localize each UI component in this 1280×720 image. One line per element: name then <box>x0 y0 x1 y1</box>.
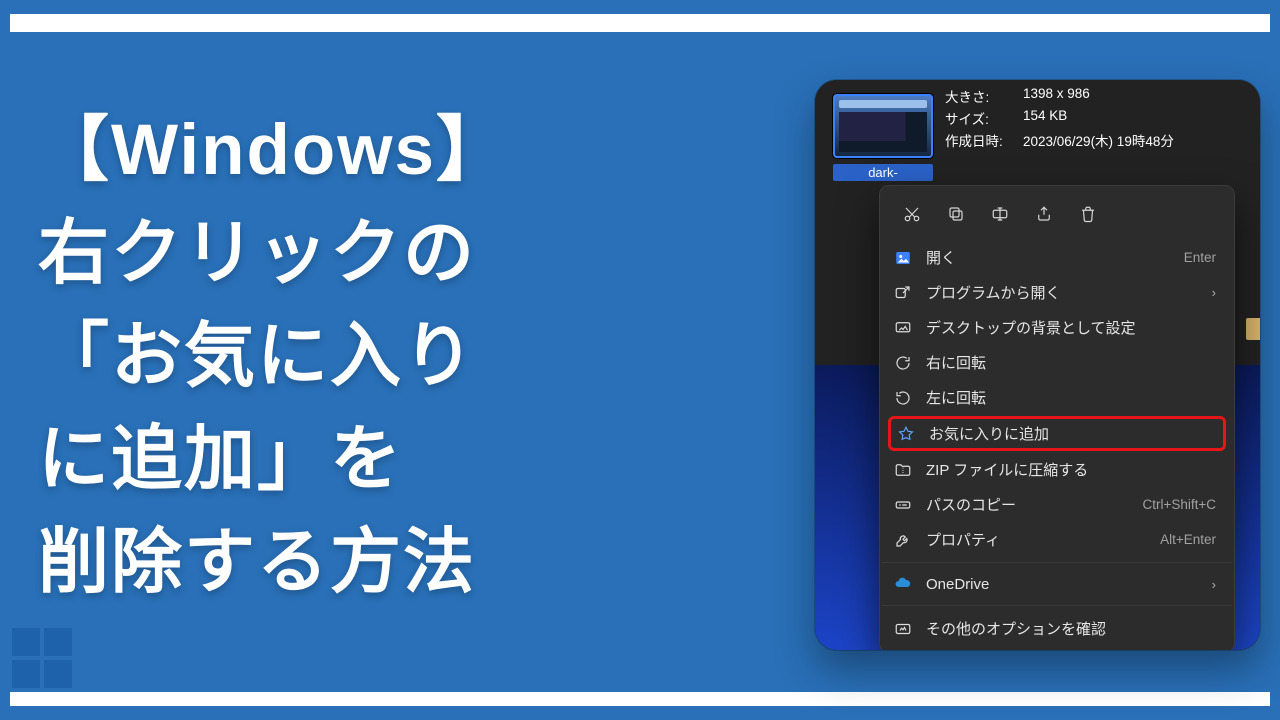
rotate-left-icon <box>894 389 912 407</box>
share-icon[interactable] <box>1024 197 1064 231</box>
menu-item-compress-zip[interactable]: ZIP ファイルに圧縮する <box>880 452 1234 487</box>
menu-item-label: ZIP ファイルに圧縮する <box>926 459 1216 480</box>
tooltip-value: 2023/06/29(木) 19時48分 <box>1023 130 1174 150</box>
menu-item-rotate-right[interactable]: 右に回転 <box>880 345 1234 380</box>
cut-icon[interactable] <box>892 197 932 231</box>
menu-separator <box>882 562 1232 563</box>
tooltip-value: 1398 x 986 <box>1023 86 1090 106</box>
tooltip-value: 154 KB <box>1023 108 1067 128</box>
decorative-bottom-bar <box>10 692 1270 706</box>
article-title: 【Windows】 右クリックの 「お気に入り に追加」を 削除する方法 <box>38 100 509 615</box>
menu-item-label: プロパティ <box>926 529 1146 550</box>
chevron-right-icon: › <box>1212 577 1216 592</box>
onedrive-icon <box>894 575 912 593</box>
decorative-top-bar <box>10 14 1270 32</box>
menu-item-copy-path[interactable]: パスのコピー Ctrl+Shift+C <box>880 487 1234 522</box>
menu-item-properties[interactable]: プロパティ Alt+Enter <box>880 522 1234 557</box>
rotate-right-icon <box>894 354 912 372</box>
menu-item-open-with[interactable]: プログラムから開く › <box>880 275 1234 310</box>
menu-item-onedrive[interactable]: OneDrive › <box>880 568 1234 600</box>
open-with-icon <box>894 284 912 302</box>
copy-icon[interactable] <box>936 197 976 231</box>
menu-item-label: その他のオプションを確認 <box>926 618 1216 639</box>
menu-item-label: プログラムから開く <box>926 282 1198 303</box>
menu-item-open[interactable]: 開く Enter <box>880 240 1234 275</box>
menu-item-set-desktop-background[interactable]: デスクトップの背景として設定 <box>880 310 1234 345</box>
file-info-tooltip: 大きさ:1398 x 986 サイズ:154 KB 作成日時:2023/06/2… <box>945 86 1174 152</box>
rename-icon[interactable] <box>980 197 1020 231</box>
zip-icon <box>894 461 912 479</box>
delete-icon[interactable] <box>1068 197 1108 231</box>
menu-item-label: デスクトップの背景として設定 <box>926 317 1216 338</box>
menu-separator <box>882 605 1232 606</box>
menu-item-label: パスのコピー <box>926 494 1128 515</box>
menu-item-accel: Enter <box>1184 250 1216 265</box>
screenshot-panel: ム dark- 大きさ:1398 x 986 サイズ:154 KB 作成日時:2… <box>815 80 1260 650</box>
menu-item-rotate-left[interactable]: 左に回転 <box>880 380 1234 415</box>
more-options-icon <box>894 620 912 638</box>
file-thumbnail[interactable] <box>833 94 933 158</box>
menu-item-accel: Ctrl+Shift+C <box>1142 497 1216 512</box>
chevron-right-icon: › <box>1212 285 1216 300</box>
wrench-icon <box>894 531 912 549</box>
partial-side-icon <box>1246 318 1260 340</box>
menu-item-label: 左に回転 <box>926 387 1216 408</box>
desktop-background-icon <box>894 319 912 337</box>
file-name-label: dark- <box>833 164 933 181</box>
tooltip-key: 大きさ: <box>945 86 1023 106</box>
context-menu: 開く Enter プログラムから開く › デスクトップの背景として設定 右に回転… <box>879 185 1235 650</box>
menu-item-label: OneDrive <box>926 576 1198 593</box>
menu-item-more-options[interactable]: その他のオプションを確認 <box>880 611 1234 646</box>
image-icon <box>894 249 912 267</box>
windows-logo-icon <box>12 628 76 692</box>
context-menu-top-actions <box>880 194 1234 240</box>
star-icon <box>897 425 915 443</box>
menu-item-label: 開く <box>926 247 1170 268</box>
copy-path-icon <box>894 496 912 514</box>
menu-item-label: お気に入りに追加 <box>929 423 1213 444</box>
menu-item-label: 右に回転 <box>926 352 1216 373</box>
menu-item-accel: Alt+Enter <box>1160 532 1216 547</box>
menu-item-add-to-favorites[interactable]: お気に入りに追加 <box>888 416 1226 451</box>
tooltip-key: 作成日時: <box>945 130 1023 150</box>
tooltip-key: サイズ: <box>945 108 1023 128</box>
